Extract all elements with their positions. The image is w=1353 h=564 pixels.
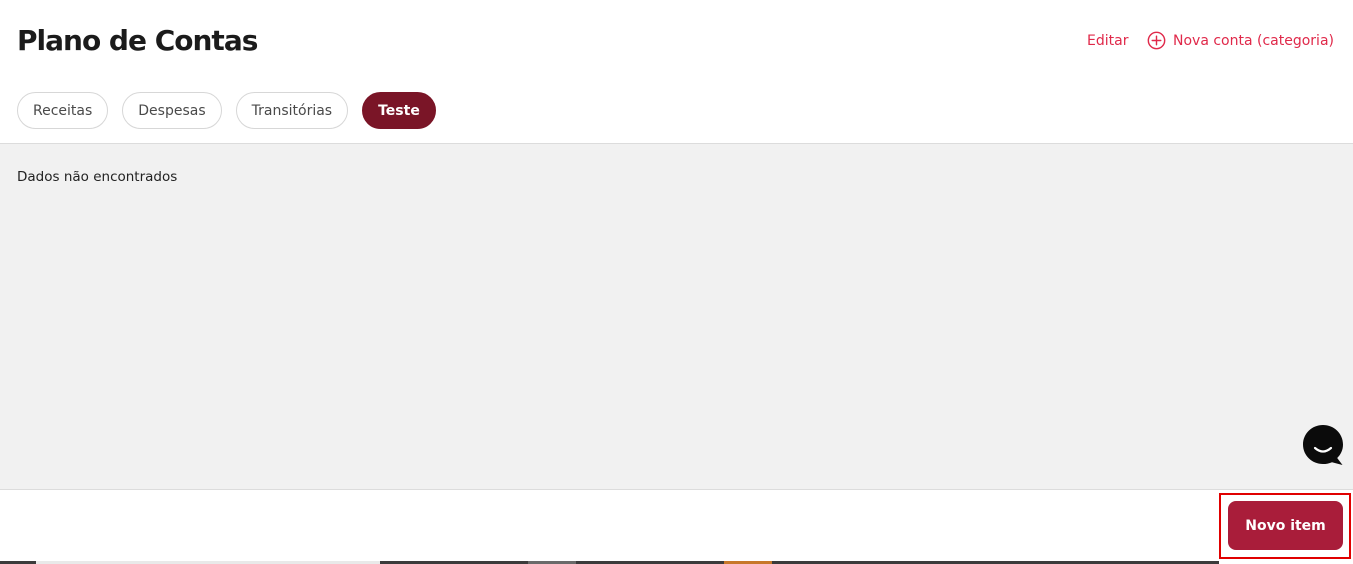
- new-account-button[interactable]: Nova conta (categoria): [1147, 31, 1334, 50]
- chat-bubble-icon: [1302, 424, 1344, 466]
- content-area: Dados não encontrados: [0, 143, 1353, 490]
- header: Plano de Contas Editar Nova conta (categ…: [0, 0, 1353, 84]
- tab-transitorias[interactable]: Transitórias: [235, 92, 349, 129]
- new-account-label: Nova conta (categoria): [1173, 32, 1334, 49]
- page-title: Plano de Contas: [17, 24, 258, 57]
- empty-state-message: Dados não encontrados: [17, 169, 178, 185]
- new-item-button[interactable]: Novo item: [1228, 501, 1343, 550]
- tab-bar: Receitas Despesas Transitórias Teste: [17, 92, 436, 129]
- tab-receitas[interactable]: Receitas: [17, 92, 109, 129]
- footer-bar: [0, 490, 1353, 564]
- tab-despesas[interactable]: Despesas: [122, 92, 222, 129]
- page: Plano de Contas Editar Nova conta (categ…: [0, 0, 1353, 564]
- chat-launcher-button[interactable]: [1302, 424, 1344, 466]
- tab-teste[interactable]: Teste: [362, 92, 436, 129]
- plus-circle-icon: [1147, 31, 1166, 50]
- edit-link[interactable]: Editar: [1087, 33, 1128, 49]
